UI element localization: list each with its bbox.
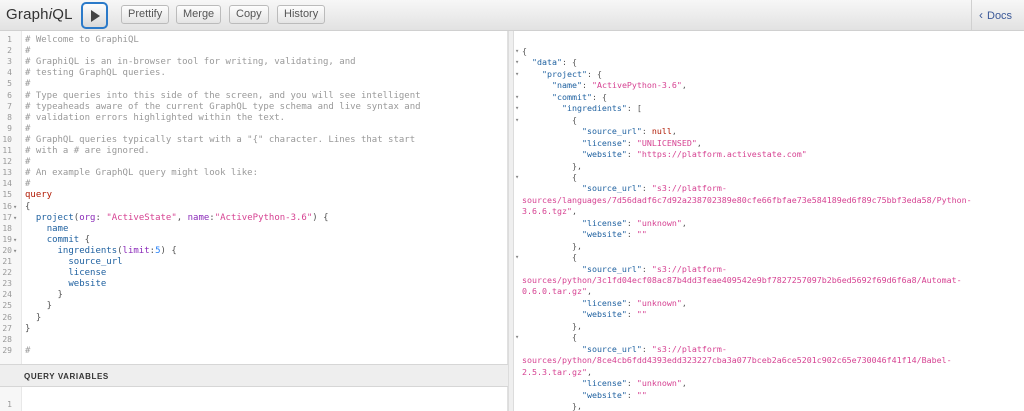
result-text: 2.5.3.tar.gz", xyxy=(522,366,592,377)
query-variables-header[interactable]: QUERY VARIABLES xyxy=(0,364,508,387)
line-number: 1 xyxy=(7,400,12,409)
result-line: ▾ { xyxy=(514,114,1024,126)
result-line: "source_url": "s3://platform- xyxy=(514,263,1024,275)
result-text: "ingredients": [ xyxy=(561,103,642,114)
docs-button[interactable]: ‹ Docs xyxy=(971,0,1024,31)
result-line: "license": "unknown", xyxy=(514,217,1024,229)
result-line: ▾ "commit": { xyxy=(514,91,1024,103)
result-text: 3.6.6.tgz", xyxy=(522,206,577,217)
query-variables-title: QUERY VARIABLES xyxy=(24,372,109,381)
result-line: }, xyxy=(514,400,1024,411)
copy-button[interactable]: Copy xyxy=(229,5,269,24)
merge-button[interactable]: Merge xyxy=(176,5,222,24)
result-text: "project": { xyxy=(541,68,602,79)
result-line: ▾ "ingredients": [ xyxy=(514,102,1024,114)
result-text: "data": { xyxy=(532,57,577,68)
result-text: { xyxy=(522,252,577,263)
result-text: "website": "" xyxy=(581,309,647,320)
result-line: "website": "" xyxy=(514,228,1024,240)
fold-toggle-icon[interactable]: ▾ xyxy=(515,56,519,68)
result-text: "website": "" xyxy=(581,389,647,400)
result-line: "source_url": null, xyxy=(514,125,1024,137)
fold-toggle-icon[interactable]: ▾ xyxy=(515,91,519,103)
result-text: "source_url": "s3://platform- xyxy=(581,183,727,194)
result-text: "website": "https://platform.activestate… xyxy=(581,149,807,160)
result-text: { xyxy=(522,46,527,56)
play-icon xyxy=(91,9,100,22)
result-line: ▾ "data": { xyxy=(514,56,1024,68)
result-line: }, xyxy=(514,160,1024,172)
result-line: sources/python/3c1fd04ecf08ac87b4dd3feae… xyxy=(514,274,1024,286)
result-viewer: ▾{▾ "data": {▾ "project": { "name": "Act… xyxy=(514,31,1024,411)
result-text: "license": "UNLICENSED", xyxy=(581,137,702,148)
result-text: "commit": { xyxy=(551,91,607,102)
result-line: "name": "ActivePython-3.6", xyxy=(514,79,1024,91)
result-text: "source_url": null, xyxy=(581,126,677,137)
docs-label: Docs xyxy=(987,10,1013,22)
result-text: "license": "unknown", xyxy=(581,217,687,228)
history-button[interactable]: History xyxy=(277,5,326,24)
result-line: ▾ "project": { xyxy=(514,68,1024,80)
result-line: "website": "" xyxy=(514,389,1024,401)
result-line: "source_url": "s3://platform- xyxy=(514,343,1024,355)
result-text: { xyxy=(522,114,577,125)
fold-toggle-icon[interactable]: ▾ xyxy=(515,45,519,57)
code-line: 29 # xyxy=(0,345,507,357)
line-number: 29 xyxy=(2,345,12,355)
result-line: "license": "unknown", xyxy=(514,297,1024,309)
result-line: "website": "" xyxy=(514,308,1024,320)
result-text: }, xyxy=(522,160,582,171)
result-text: }, xyxy=(522,320,582,331)
result-text: "license": "unknown", xyxy=(581,297,687,308)
result-text: }, xyxy=(522,240,582,251)
result-line: 3.6.6.tgz", xyxy=(514,205,1024,217)
prettify-button[interactable]: Prettify xyxy=(121,5,170,24)
fold-toggle-icon[interactable]: ▾ xyxy=(515,251,519,263)
fold-toggle-icon[interactable]: ▾ xyxy=(515,68,519,80)
fold-toggle-icon[interactable]: ▾ xyxy=(515,171,519,183)
result-line: sources/python/8ce4cb6fdd4393edd323227cb… xyxy=(514,354,1024,366)
app-title: GraphiQL xyxy=(6,6,73,23)
code-text: # xyxy=(25,345,31,356)
result-text: "website": "" xyxy=(581,229,647,240)
result-line: sources/languages/7d56dadf6c7d92a2387023… xyxy=(514,194,1024,206)
fold-toggle-icon[interactable]: ▾ xyxy=(515,331,519,343)
result-text: "source_url": "s3://platform- xyxy=(581,343,727,354)
result-line: "license": "UNLICENSED", xyxy=(514,137,1024,149)
query-editor[interactable]: 1 # Welcome to GraphiQL 2 #3 # GraphiQL is a… xyxy=(0,31,508,364)
result-text: { xyxy=(522,171,577,182)
result-line: ▾ { xyxy=(514,251,1024,263)
fold-toggle-icon[interactable]: ▾ xyxy=(515,114,519,126)
result-text: "license": "unknown", xyxy=(581,378,687,389)
result-text: sources/languages/7d56dadf6c7d92a2387023… xyxy=(522,194,972,205)
result-line: ▾{ xyxy=(514,45,1024,57)
query-variables-editor[interactable]: 1 xyxy=(0,387,508,411)
fold-toggle-icon[interactable]: ▾ xyxy=(515,102,519,114)
result-text: { xyxy=(522,332,577,343)
result-line: "source_url": "s3://platform- xyxy=(514,182,1024,194)
result-line: 2.5.3.tar.gz", xyxy=(514,366,1024,378)
result-line: ▾ { xyxy=(514,331,1024,343)
result-text: "source_url": "s3://platform- xyxy=(581,263,727,274)
toolbar: GraphiQL Prettify Merge Copy History ‹ Do… xyxy=(0,0,1024,31)
run-query-button[interactable] xyxy=(81,2,108,29)
result-line: 0.6.0.tar.gz", xyxy=(514,285,1024,297)
result-text: 0.6.0.tar.gz", xyxy=(522,286,592,297)
result-line: "license": "unknown", xyxy=(514,377,1024,389)
result-line: }, xyxy=(514,240,1024,252)
result-text: sources/python/3c1fd04ecf08ac87b4dd3feae… xyxy=(522,275,962,285)
result-text: "name": "ActivePython-3.6", xyxy=(551,80,687,91)
result-line: ▾ { xyxy=(514,171,1024,183)
result-line: }, xyxy=(514,320,1024,332)
chevron-left-icon: ‹ xyxy=(979,8,983,22)
result-text: sources/python/8ce4cb6fdd4393edd323227cb… xyxy=(522,355,952,366)
result-line: "website": "https://platform.activestate… xyxy=(514,148,1024,160)
result-text: }, xyxy=(522,400,582,411)
